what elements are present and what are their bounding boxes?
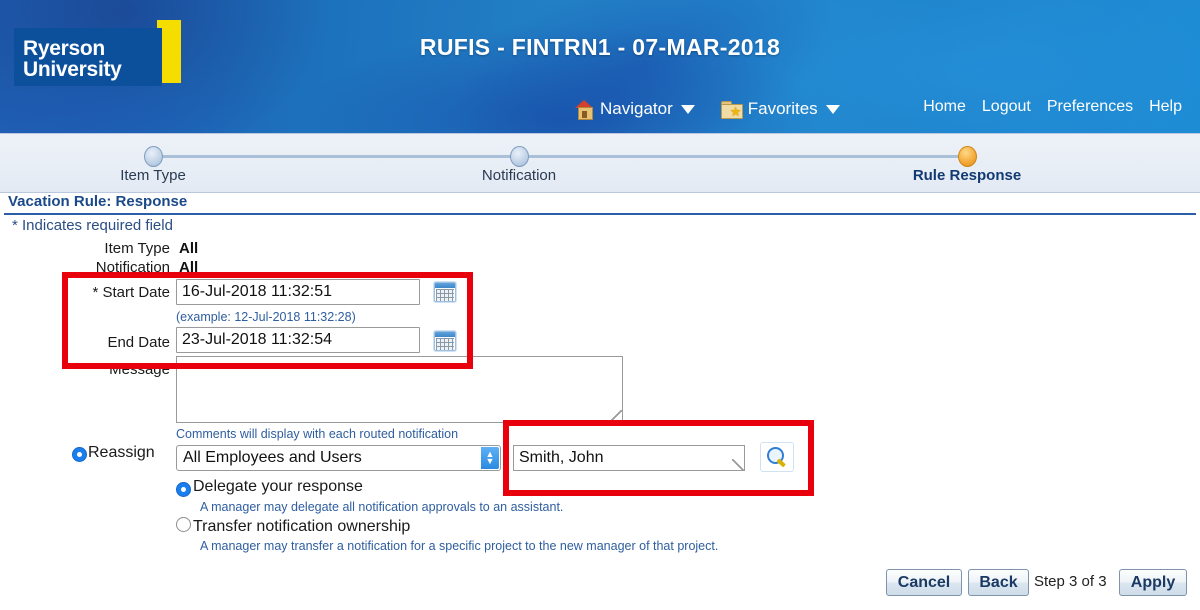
back-button-label: Back	[979, 573, 1018, 591]
end-date-calendar-icon[interactable]	[434, 331, 456, 351]
apply-button[interactable]: Apply	[1119, 569, 1187, 596]
global-links: Home Logout Preferences Help	[923, 98, 1182, 116]
transfer-ownership-help: A manager may transfer a notification fo…	[200, 539, 719, 553]
train-step-notification[interactable]	[510, 146, 529, 167]
transfer-ownership-radio[interactable]	[176, 517, 191, 532]
message-hint: Comments will display with each routed n…	[176, 427, 459, 441]
section-title: Vacation Rule: Response	[8, 193, 188, 210]
search-torch-icon	[767, 447, 787, 468]
message-textarea[interactable]	[176, 356, 623, 423]
assignee-input[interactable]	[513, 445, 745, 471]
link-preferences[interactable]: Preferences	[1047, 98, 1133, 116]
reassign-label[interactable]: Reassign	[88, 444, 155, 462]
global-menu-group: Navigator ★ Favorites	[575, 94, 858, 124]
favorites-star-folder-icon: ★	[720, 100, 743, 119]
reassign-type-select-value: All Employees and Users	[183, 449, 362, 466]
favorites-menu[interactable]: ★ Favorites	[720, 99, 840, 119]
global-navigation: Navigator ★ Favorites Home Logout Prefer…	[0, 94, 1200, 126]
required-marker: *	[12, 217, 18, 234]
home-icon	[575, 100, 594, 120]
page-title: RUFIS - FINTRN1 - 07-MAR-2018	[419, 34, 781, 60]
train-step-notification-label[interactable]: Notification	[399, 167, 639, 184]
required-field-note-text: Indicates required field	[22, 217, 173, 234]
link-home[interactable]: Home	[923, 98, 966, 116]
end-date-input[interactable]	[176, 327, 420, 353]
delegate-response-radio[interactable]	[176, 482, 191, 497]
reassign-type-select[interactable]: All Employees and Users ▲ ▼	[176, 445, 501, 471]
select-stepper-icon: ▲ ▼	[481, 447, 499, 469]
branded-header: Ryerson University RUFIS - FINTRN1 - 07-…	[0, 0, 1200, 133]
train-step-item-type[interactable]	[144, 146, 163, 167]
section-divider	[4, 213, 1196, 215]
train-step-item-type-label[interactable]: Item Type	[33, 167, 273, 184]
progress-train: Item Type Notification Rule Response	[0, 133, 1200, 193]
start-date-label: * Start Date	[10, 284, 170, 301]
assignee-search-button[interactable]	[760, 442, 794, 472]
start-date-input[interactable]	[176, 279, 420, 305]
link-logout[interactable]: Logout	[982, 98, 1031, 116]
start-date-label-text: Start Date	[102, 284, 170, 301]
train-dot-icon	[144, 146, 163, 167]
train-connector-1	[163, 155, 519, 158]
transfer-ownership-label[interactable]: Transfer notification ownership	[193, 518, 410, 536]
cancel-button-label: Cancel	[897, 573, 951, 591]
application-page: Ryerson University RUFIS - FINTRN1 - 07-…	[0, 0, 1200, 610]
start-date-calendar-icon[interactable]	[434, 282, 456, 302]
step-counter: Step 3 of 3	[1034, 573, 1107, 590]
train-step-rule-response[interactable]	[958, 146, 977, 167]
notification-value: All	[179, 259, 199, 276]
train-connector-2	[529, 155, 967, 158]
favorites-menu-label: Favorites	[747, 99, 818, 118]
train-step-rule-response-label: Rule Response	[912, 167, 1022, 184]
cancel-button[interactable]: Cancel	[886, 569, 962, 596]
item-type-label: Item Type	[104, 240, 170, 257]
reassign-radio[interactable]	[72, 447, 87, 462]
apply-button-label: Apply	[1130, 573, 1176, 591]
navigator-menu-label: Navigator	[600, 99, 673, 118]
delegate-response-help: A manager may delegate all notification …	[200, 500, 564, 514]
start-date-hint: (example: 12-Jul-2018 11:32:28)	[176, 310, 356, 324]
chevron-down-icon	[825, 104, 840, 114]
chevron-down-icon	[680, 104, 695, 114]
train-dot-icon	[510, 146, 529, 167]
message-label: Message	[109, 361, 170, 378]
delegate-response-label[interactable]: Delegate your response	[193, 478, 363, 496]
link-help[interactable]: Help	[1149, 98, 1182, 116]
navigator-menu[interactable]: Navigator	[575, 99, 695, 120]
end-date-label: End Date	[107, 334, 170, 351]
required-field-note: * Indicates required field	[12, 217, 173, 234]
notification-label: Notification	[95, 259, 170, 276]
item-type-value: All	[179, 240, 199, 257]
train-dot-active-icon	[958, 146, 977, 167]
back-button[interactable]: Back	[968, 569, 1029, 596]
start-date-required-marker: *	[92, 284, 99, 301]
